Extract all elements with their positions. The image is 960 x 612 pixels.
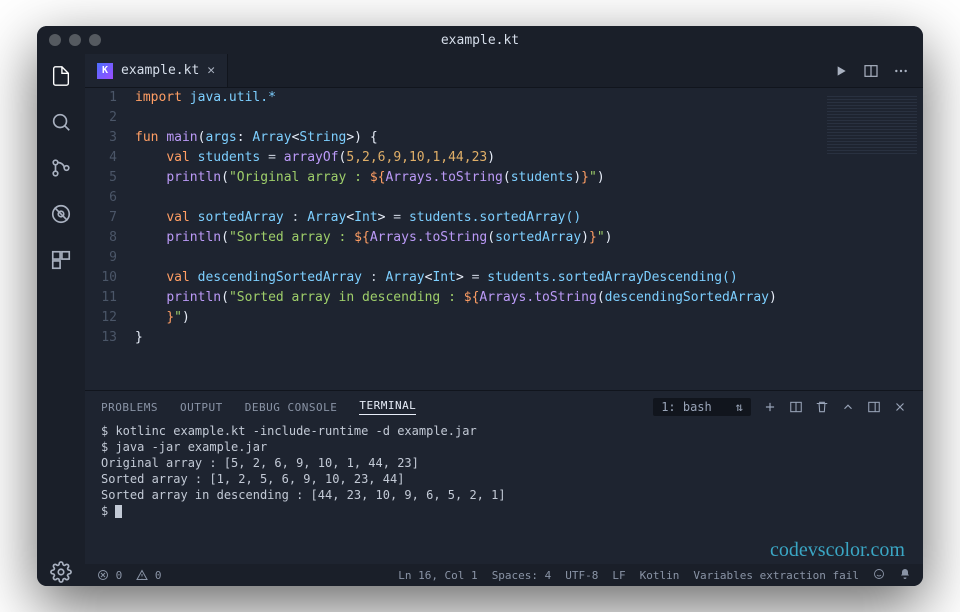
panel-tab-debug[interactable]: Debug Console [245,401,338,414]
close-panel-icon[interactable] [893,400,907,414]
status-cursor-pos[interactable]: Ln 16, Col 1 [398,569,477,582]
split-terminal-icon[interactable] [789,400,803,414]
status-errors[interactable]: 0 [97,569,122,582]
search-icon[interactable] [47,108,75,136]
panel-tab-terminal[interactable]: Terminal [359,399,416,415]
split-editor-icon[interactable] [863,63,879,79]
panel-tab-output[interactable]: Output [180,401,223,414]
watermark: codevscolor.com [770,542,905,558]
panel-tools: 1: bash ⇅ [653,398,907,416]
chevron-updown-icon: ⇅ [736,400,743,414]
chevron-up-icon[interactable] [841,400,855,414]
new-terminal-icon[interactable] [763,400,777,414]
settings-icon[interactable] [47,558,75,586]
bottom-panel: Problems Output Debug Console Terminal 1… [85,390,923,564]
title-bar: example.kt [37,26,923,54]
tab-example-kt[interactable]: K example.kt ✕ [85,54,228,87]
status-message[interactable]: Variables extraction fail [693,569,859,582]
maximize-panel-icon[interactable] [867,400,881,414]
editor-window: example.kt [37,26,923,586]
extensions-icon[interactable] [47,246,75,274]
debug-icon[interactable] [47,200,75,228]
panel-tabs: Problems Output Debug Console Terminal 1… [85,391,923,423]
line-gutter: 1 2 3 4 5 6 7 8 9 10 11 12 13 [85,88,127,390]
status-language[interactable]: Kotlin [640,569,680,582]
status-bar: 0 0 Ln 16, Col 1 Spaces: 4 UTF-8 LF Kotl… [85,564,923,586]
editor-actions [819,54,923,87]
shell-selector[interactable]: 1: bash ⇅ [653,398,751,416]
tabs-row: K example.kt ✕ [85,54,923,88]
more-icon[interactable] [893,63,909,79]
window-body: K example.kt ✕ [37,54,923,586]
tab-label: example.kt [121,63,199,78]
bell-icon[interactable] [899,568,911,583]
code-editor[interactable]: 1 2 3 4 5 6 7 8 9 10 11 12 13 import jav… [85,88,923,390]
run-icon[interactable] [833,63,849,79]
minimap[interactable] [827,94,917,154]
terminal[interactable]: $ kotlinc example.kt -include-runtime -d… [85,423,923,564]
window-title: example.kt [37,33,923,48]
code-content: import java.util.* fun main(args: Array<… [127,88,923,390]
trash-icon[interactable] [815,400,829,414]
git-icon[interactable] [47,154,75,182]
kotlin-file-icon: K [97,63,113,79]
status-spaces[interactable]: Spaces: 4 [492,569,552,582]
status-warnings[interactable]: 0 [136,569,161,582]
main-column: K example.kt ✕ [85,54,923,586]
explorer-icon[interactable] [47,62,75,90]
close-tab-icon[interactable]: ✕ [207,63,215,78]
status-eol[interactable]: LF [612,569,625,582]
status-encoding[interactable]: UTF-8 [565,569,598,582]
smiley-icon[interactable] [873,568,885,583]
panel-tab-problems[interactable]: Problems [101,401,158,414]
activity-bar [37,54,85,586]
terminal-cursor [115,505,122,518]
